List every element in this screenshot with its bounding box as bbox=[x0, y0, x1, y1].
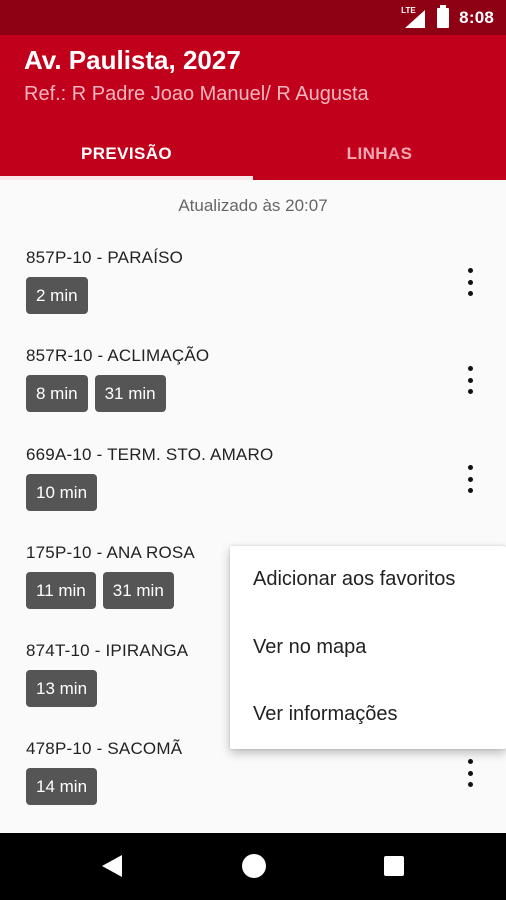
arrival-time-badge: 14 min bbox=[26, 768, 98, 805]
updated-timestamp: Atualizado às 20:07 bbox=[178, 196, 328, 215]
tab-previsao[interactable]: PREVISÃO bbox=[0, 127, 253, 180]
page-title: Av. Paulista, 2027 bbox=[24, 45, 241, 75]
route-label: 478P-10 - SACOMÃ bbox=[26, 739, 183, 758]
nav-back-icon[interactable] bbox=[102, 855, 122, 877]
nav-recents-icon[interactable] bbox=[384, 856, 404, 876]
context-menu: Adicionar aos favoritos Ver no mapa Ver … bbox=[230, 546, 506, 749]
tab-label: LINHAS bbox=[346, 143, 413, 163]
route-label: 874T-10 - IPIRANGA bbox=[26, 641, 189, 660]
route-label: 857R-10 - ACLIMAÇÃO bbox=[26, 346, 210, 365]
status-bar: LTE 8:08 bbox=[0, 0, 506, 35]
tab-indicator bbox=[0, 176, 253, 180]
list-item[interactable]: 669A-10 - TERM. STO. AMARO 10 min bbox=[0, 437, 506, 533]
arrival-time-badge: 31 min bbox=[102, 572, 174, 609]
route-label: 175P-10 - ANA ROSA bbox=[26, 543, 195, 562]
arrival-time-badge: 31 min bbox=[94, 375, 166, 412]
app-bar: Av. Paulista, 2027 Ref.: R Padre Joao Ma… bbox=[0, 35, 506, 180]
page-subtitle: Ref.: R Padre Joao Manuel/ R Augusta bbox=[24, 83, 369, 105]
battery-icon bbox=[437, 5, 450, 28]
tab-linhas[interactable]: LINHAS bbox=[253, 127, 506, 180]
arrival-time-badge: 2 min bbox=[26, 277, 88, 314]
list-item[interactable]: 857R-10 - ACLIMAÇÃO 8 min 31 min bbox=[0, 338, 506, 434]
menu-item-view-info[interactable]: Ver informações bbox=[253, 703, 398, 726]
tab-label: PREVISÃO bbox=[80, 143, 173, 163]
menu-item-view-map[interactable]: Ver no mapa bbox=[253, 636, 366, 659]
nav-home-icon[interactable] bbox=[242, 854, 266, 878]
signal-icon: LTE bbox=[401, 6, 427, 28]
status-time: 8:08 bbox=[459, 8, 494, 27]
more-vert-icon[interactable] bbox=[460, 366, 480, 394]
route-label: 669A-10 - TERM. STO. AMARO bbox=[26, 445, 274, 464]
route-label: 857P-10 - PARAÍSO bbox=[26, 248, 184, 267]
more-vert-icon[interactable] bbox=[460, 759, 480, 787]
more-vert-icon[interactable] bbox=[460, 465, 480, 493]
navigation-bar bbox=[0, 833, 506, 900]
arrival-time-badge: 10 min bbox=[26, 474, 98, 511]
menu-item-add-favorites[interactable]: Adicionar aos favoritos bbox=[253, 568, 455, 591]
more-vert-icon[interactable] bbox=[460, 268, 480, 296]
arrival-time-badge: 8 min bbox=[26, 375, 88, 412]
arrival-time-badge: 13 min bbox=[26, 670, 98, 707]
list-item[interactable]: 857P-10 - PARAÍSO 2 min bbox=[0, 240, 506, 336]
arrival-time-badge: 11 min bbox=[26, 572, 96, 609]
